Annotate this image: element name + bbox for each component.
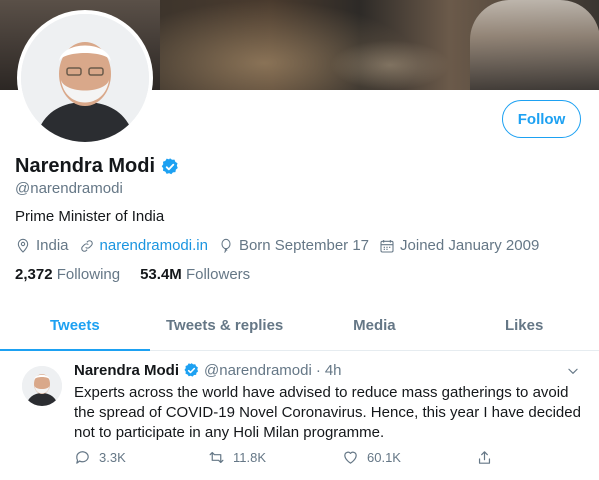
share-icon — [478, 451, 491, 464]
location-text: India — [36, 237, 69, 254]
joined-text: Joined January 2009 — [400, 237, 540, 254]
meta-website[interactable]: narendramodi.in — [79, 237, 208, 254]
meta-location: India — [15, 237, 69, 254]
tab-likes[interactable]: Likes — [449, 305, 599, 350]
profile-name-row: Narendra Modi — [15, 155, 180, 178]
retweet-icon — [209, 451, 224, 464]
retweet-count: 11.8K — [233, 450, 267, 465]
profile-bio: Prime Minister of India — [15, 208, 165, 225]
verified-badge-icon — [161, 157, 178, 174]
tab-tweets-replies[interactable]: Tweets & replies — [150, 305, 300, 350]
tab-tweets[interactable]: Tweets — [0, 305, 150, 351]
like-button[interactable]: 60.1K — [342, 449, 476, 466]
tweet-avatar[interactable] — [22, 366, 62, 406]
followers-stat[interactable]: 53.4M Followers — [140, 266, 250, 283]
reply-count: 3.3K — [99, 450, 126, 465]
following-label: Following — [56, 266, 121, 283]
avatar-image — [21, 14, 149, 142]
follow-button[interactable]: Follow — [502, 100, 581, 138]
tweet[interactable]: Narendra Modi @narendramodi · 4h Experts… — [0, 352, 599, 480]
reply-button[interactable]: 3.3K — [74, 449, 208, 466]
tweet-separator: · — [315, 362, 321, 379]
meta-birthday: Born September 17 — [218, 237, 369, 254]
birthday-text: Born September 17 — [238, 237, 370, 254]
tweet-header: Narendra Modi @narendramodi · 4h — [74, 362, 342, 379]
retweet-button[interactable]: 11.8K — [208, 449, 342, 466]
profile-meta: India narendramodi.in Born September 17 … — [15, 237, 549, 254]
website-link[interactable]: narendramodi.in — [100, 237, 208, 254]
followers-label: Followers — [185, 266, 251, 283]
verified-badge-icon — [184, 363, 199, 377]
meta-joined: Joined January 2009 — [379, 237, 539, 254]
chevron-down-icon[interactable] — [566, 364, 580, 378]
tab-media[interactable]: Media — [300, 305, 450, 350]
profile-stats: 2,372 Following 53.4M Followers — [15, 266, 270, 283]
profile-avatar[interactable] — [17, 10, 153, 146]
share-button[interactable] — [476, 449, 599, 466]
tweet-handle[interactable]: @narendramodi — [204, 362, 312, 379]
tweet-actions: 3.3K 11.8K 60.1K — [74, 449, 599, 466]
following-count: 2,372 — [15, 266, 53, 283]
reply-icon — [76, 451, 89, 464]
location-pin-icon — [17, 238, 29, 253]
like-count: 60.1K — [367, 450, 401, 465]
followers-count: 53.4M — [140, 266, 182, 283]
calendar-icon — [380, 239, 394, 253]
tweet-time[interactable]: 4h — [325, 362, 342, 379]
heart-icon — [344, 451, 357, 464]
profile-handle: @narendramodi — [15, 180, 123, 197]
profile-tabs: Tweets Tweets & replies Media Likes — [0, 305, 599, 351]
profile-name: Narendra Modi — [15, 155, 156, 177]
balloon-icon — [221, 238, 231, 253]
following-stat[interactable]: 2,372 Following — [15, 266, 120, 283]
banner-glow — [330, 40, 450, 90]
banner-figure — [470, 0, 599, 90]
link-icon — [80, 239, 93, 252]
tweet-text: Experts across the world have advised to… — [74, 384, 581, 441]
tweet-author[interactable]: Narendra Modi — [74, 362, 179, 379]
